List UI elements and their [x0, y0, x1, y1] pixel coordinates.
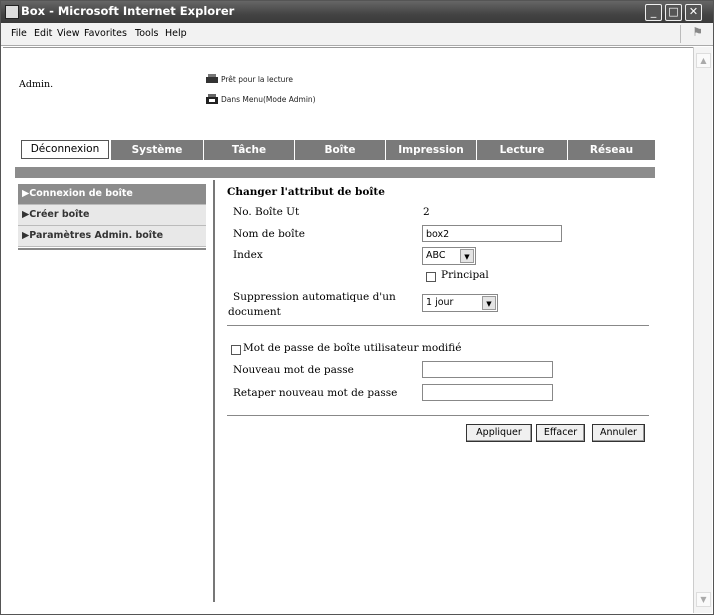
auto-delete-select[interactable]: 1 jour ▼ [422, 294, 498, 312]
chevron-down-icon: ▼ [460, 249, 474, 263]
content-divider [213, 180, 215, 602]
menu-favorites[interactable]: Favorites [84, 28, 127, 39]
buttons-divider [227, 415, 649, 416]
scroll-down-arrow-icon[interactable]: ▼ [696, 592, 711, 607]
tab-boite[interactable]: Boîte [295, 140, 386, 160]
header-divider-bar [15, 167, 655, 178]
cancel-button[interactable]: Annuler [592, 424, 645, 442]
password-changed-label: Mot de passe de boîte utilisateur modifi… [243, 342, 462, 354]
maximize-button[interactable]: □ [665, 4, 682, 21]
page-viewport [3, 47, 693, 614]
index-select-value: ABC [426, 250, 446, 261]
sidebar-divider [18, 248, 206, 250]
index-label: Index [233, 249, 263, 261]
tab-impression[interactable]: Impression [386, 140, 477, 160]
menu-tools[interactable]: Tools [135, 28, 158, 39]
chevron-down-icon: ▼ [482, 296, 496, 310]
box-name-input[interactable]: box2 [422, 225, 562, 242]
password-changed-checkbox[interactable] [231, 345, 241, 355]
status-ready-text: Prêt pour la lecture [221, 75, 293, 84]
tab-bar: Déconnexion Système Tâche Boîte Impressi… [15, 140, 656, 160]
minimize-button[interactable]: _ [645, 4, 662, 21]
ie-icon [5, 5, 19, 19]
menu-edit[interactable]: Edit [34, 28, 52, 39]
box-number-label: No. Boîte Ut [233, 206, 300, 218]
tab-lecture[interactable]: Lecture [477, 140, 568, 160]
sidebar-item-creer-boite[interactable]: ▶Créer boîte [18, 205, 206, 226]
logout-button[interactable]: Déconnexion [21, 140, 109, 159]
sidebar: ▶Connexion de boîte ▶Créer boîte ▶Paramè… [18, 184, 206, 247]
retype-password-input[interactable] [422, 384, 553, 401]
section-divider [227, 325, 649, 326]
title-bar: Box - Microsoft Internet Explorer _ □ ✕ [1, 1, 713, 23]
browser-window: Box - Microsoft Internet Explorer _ □ ✕ … [0, 0, 714, 615]
status-mode-text: Dans Menu(Mode Admin) [221, 95, 316, 104]
tab-reseau[interactable]: Réseau [568, 140, 656, 160]
sidebar-item-connexion-boite[interactable]: ▶Connexion de boîte [18, 184, 206, 205]
menu-view[interactable]: View [57, 28, 80, 39]
auto-delete-label-line1: Suppression automatique d'un [233, 291, 396, 303]
principal-checkbox[interactable] [426, 272, 436, 282]
sidebar-item-parametres-admin[interactable]: ▶Paramètres Admin. boîte [18, 226, 206, 247]
retype-password-label: Retaper nouveau mot de passe [233, 387, 398, 399]
new-password-input[interactable] [422, 361, 553, 378]
vertical-scrollbar[interactable]: ▲ ▼ [693, 47, 712, 613]
printer-admin-icon [206, 94, 218, 104]
clear-button[interactable]: Effacer [536, 424, 585, 442]
tab-systeme[interactable]: Système [111, 140, 204, 160]
box-number-value: 2 [423, 206, 430, 218]
scroll-up-arrow-icon[interactable]: ▲ [696, 53, 711, 68]
tab-tache[interactable]: Tâche [204, 140, 295, 160]
menu-help[interactable]: Help [165, 28, 187, 39]
form-heading: Changer l'attribut de boîte [227, 186, 385, 198]
apply-button[interactable]: Appliquer [466, 424, 532, 442]
window-title: Box - Microsoft Internet Explorer [21, 4, 235, 18]
menu-bar: File Edit View Favorites Tools Help ⚑ [1, 23, 713, 46]
auto-delete-label-line2: document [228, 306, 281, 318]
close-button[interactable]: ✕ [685, 4, 702, 21]
admin-label: Admin. [19, 79, 54, 90]
new-password-label: Nouveau mot de passe [233, 364, 354, 376]
principal-label: Principal [441, 269, 489, 281]
menu-file[interactable]: File [11, 28, 27, 39]
box-name-label: Nom de boîte [233, 228, 305, 240]
printer-icon [206, 74, 218, 83]
index-select[interactable]: ABC ▼ [422, 247, 476, 265]
windows-logo-icon: ⚑ [680, 25, 703, 43]
auto-delete-select-value: 1 jour [426, 297, 454, 308]
